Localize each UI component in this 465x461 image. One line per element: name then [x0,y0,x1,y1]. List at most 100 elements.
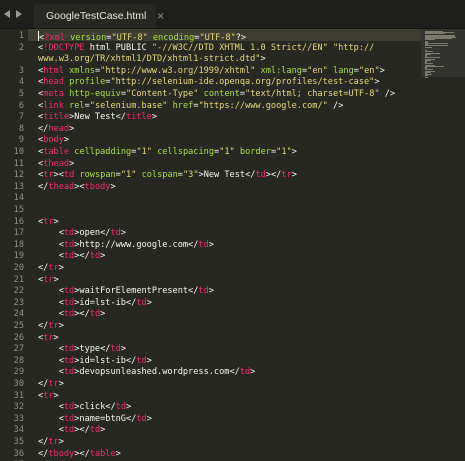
code-token: > [126,402,132,413]
minimap-line [425,43,448,44]
code-token: > [374,77,380,88]
code-token: > [58,263,64,273]
code-token: > [58,437,64,447]
line-number: 13 [13,181,24,192]
code-token: > [208,239,214,250]
code-token: > [379,65,385,76]
minimap-line [425,76,429,78]
code-line: </tr> [38,263,64,275]
code-token: < [38,425,64,436]
code-token: > [120,344,126,355]
code-line: <tr> [38,275,59,287]
line-number: 22 [13,286,24,297]
code-token: tr [43,216,54,227]
code-token: < [38,367,64,378]
code-token: rel [69,100,85,111]
line-number: 23 [13,297,24,308]
code-line: <td>devopsunleashed.wordpress.com</td> [38,367,256,379]
minimap[interactable] [421,29,465,461]
code-line: <title>New Test</title> [38,112,157,124]
code-line: <body> [38,135,69,147]
line-number: 26 [13,332,24,343]
code-line: <td>http://www.google.com</td> [38,240,214,252]
forward-arrow-icon[interactable] [16,10,22,18]
code-token: < [38,228,64,239]
code-token: tr [43,390,54,401]
code-token: tbody [48,448,75,459]
tab-googletestcase[interactable]: GoogleTestCase.html × [34,4,165,28]
code-token: < [38,413,64,424]
code-token: "http://selenium-ide.openqa.org/profiles… [110,77,375,88]
code-token: border [239,147,271,157]
code-token: > [53,332,59,343]
code-token: > [69,158,75,169]
code-token: < [38,355,64,366]
line-number: 33 [13,413,24,424]
minimap-line [425,46,432,48]
code-token: "en" [307,65,328,76]
line-number: 8 [18,123,24,134]
code-editor[interactable]: 1 2 3 4 5 6 7 8 9 10 11 12 13 14 15 16 17 18 19 20 21 22 23 24 2… [0,29,465,461]
code-token: title [125,112,152,123]
line-number: 18 [13,239,24,250]
code-token: td [63,297,75,308]
code-line: <tr> [38,217,59,229]
line-number: 4 [18,77,24,88]
code-token: /> [327,100,344,111]
line-number: 35 [13,437,24,447]
code-area[interactable]: <?xml version="UTF-8" encoding="UTF-8"?>… [38,29,418,461]
close-icon[interactable]: × [156,11,164,22]
line-number: 11 [13,158,24,169]
code-line: </tr> [38,321,64,333]
code-line: </tr> [38,437,64,449]
line-number: 6 [18,100,24,111]
code-token: head [43,77,64,88]
code-token: > [291,170,297,181]
code-token: body [43,135,64,146]
code-token: html [43,65,64,76]
code-token: ?> [235,33,247,43]
code-line: <td></td> [38,425,106,437]
code-token: td [63,309,75,320]
tab-title: GoogleTestCase.html [46,10,147,22]
code-line: </tr> [38,379,64,391]
code-token: tr [48,379,59,389]
code-token: www.w3.org/TR/xhtml1/DTD/xhtml1-strict.d… [38,54,261,65]
code-line: </tbody></table> [38,449,121,461]
code-token: < [38,344,64,355]
code-line: <html xmlns="http://www.w3.org/1999/xhtm… [38,66,385,78]
code-token: > [120,228,126,239]
code-token: td [255,170,266,181]
code-token: > [58,321,64,331]
code-token: < [38,297,64,308]
code-line: <td></td> [38,251,106,263]
code-token: "http://www.w3.org/1999/xhtml" [100,65,256,76]
code-token: > [260,54,266,65]
code-line: <!DOCTYPE html PUBLIC "-//W3C//DTD XHTML… [38,43,374,55]
code-token: td [63,344,75,355]
code-line: <thead> [38,159,74,171]
code-token: cellpadding [74,147,132,157]
line-number: 2 [18,42,24,53]
code-token: td [63,355,75,366]
code-token: "http:// [332,42,375,53]
code-token: profile [69,77,106,88]
code-token: > [208,286,214,297]
code-token: > [69,123,75,134]
code-token: title [43,112,70,123]
code-token: </ [38,181,49,192]
line-number: 10 [13,147,24,157]
code-token: table [43,147,70,157]
code-token: content [203,89,240,99]
code-token: meta [43,89,64,99]
code-token: ></ [265,170,282,181]
code-token: >New Test</ [69,112,126,123]
minimap-line [425,65,444,67]
code-token: tr [281,170,292,181]
code-token: lang [333,65,354,76]
code-line: <link rel="selenium.base" href="https://… [38,101,343,113]
code-token: </ [38,448,49,459]
code-token: td [63,413,75,424]
back-arrow-icon[interactable] [4,10,10,18]
code-token: > [146,297,152,308]
